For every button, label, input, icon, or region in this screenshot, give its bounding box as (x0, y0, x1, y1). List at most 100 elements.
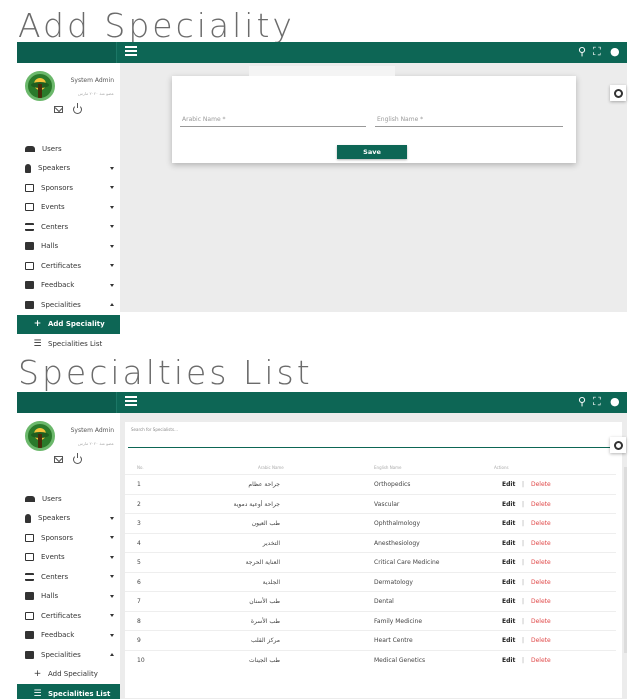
sidebar-item-certificates[interactable]: Certificates (17, 256, 120, 276)
fullscreen-icon[interactable]: ⛶ (593, 395, 601, 409)
delete-link[interactable]: Delete (531, 579, 551, 586)
action-separator: | (522, 539, 525, 547)
gear-icon (613, 440, 623, 450)
menu-toggle-icon[interactable] (125, 46, 137, 58)
sidebar-item-label: Sponsors (41, 183, 74, 192)
bank-icon (25, 222, 34, 231)
sidebar-item-add-speciality[interactable]: + Add Speciality (17, 665, 120, 685)
table-row: 8 طب الأسرة Family Medicine Edit | Delete (125, 610, 616, 631)
row-arabic-name: طب العيون (251, 520, 280, 527)
sidebar-item-users[interactable]: Users (17, 139, 120, 159)
delete-link[interactable]: Delete (531, 540, 551, 547)
edit-link[interactable]: Edit (502, 540, 515, 547)
sidebar-item-halls[interactable]: Halls (17, 587, 120, 607)
door-icon (25, 592, 34, 601)
settings-float-button[interactable] (610, 437, 626, 453)
edit-link[interactable]: Edit (502, 481, 515, 488)
sidebar-item-label: Events (41, 203, 65, 212)
mail-icon[interactable] (54, 106, 63, 113)
mail-icon[interactable] (54, 456, 63, 463)
sidebar-item-speakers[interactable]: Speakers (17, 509, 120, 529)
gear-icon (613, 88, 623, 98)
account-icon[interactable]: ● (610, 395, 620, 409)
profile-panel: System Admin عضو منذ ٢٠٢٠ مارس (17, 413, 120, 489)
menu-toggle-icon[interactable] (125, 396, 137, 408)
plus-icon: + (33, 669, 42, 680)
search-icon[interactable]: ⚲ (578, 45, 586, 59)
delete-link[interactable]: Delete (531, 637, 551, 644)
delete-link[interactable]: Delete (531, 559, 551, 566)
search-input[interactable]: Search for Specialists... (128, 425, 618, 448)
logo-area (17, 42, 117, 63)
sidebar-item-feedback[interactable]: Feedback (17, 626, 120, 646)
sidebar-item-sponsors[interactable]: Sponsors (17, 178, 120, 198)
arabic-name-input[interactable] (180, 126, 366, 127)
sidebar-item-feedback[interactable]: Feedback (17, 276, 120, 296)
delete-link[interactable]: Delete (531, 657, 551, 664)
sidebar-item-centers[interactable]: Centers (17, 217, 120, 237)
chevron-up-icon (110, 303, 114, 306)
sidebar-item-specialities-list[interactable]: ☰ Specialities List (17, 684, 120, 699)
chevron-down-icon (110, 283, 114, 287)
profile-panel: System Admin عضو منذ ٢٠٢٠ مارس (17, 63, 120, 139)
fullscreen-icon[interactable]: ⛶ (593, 45, 601, 59)
action-separator: | (522, 500, 525, 508)
sidebar-item-label: Halls (41, 592, 59, 601)
table-row: 5 العناية الحرجة Critical Care Medicine Edi… (125, 552, 616, 572)
feedback-icon (25, 281, 34, 290)
sidebar-item-label: Specialities (41, 300, 81, 309)
action-separator: | (522, 656, 525, 664)
sidebar-item-users[interactable]: Users (17, 489, 120, 509)
sidebar-item-events[interactable]: Events (17, 548, 120, 568)
specialties-table-card: Search for Specialists... No. Arabic Nam… (125, 422, 627, 698)
sidebar-item-label: Users (42, 144, 62, 153)
sidebar-item-events[interactable]: Events (17, 198, 120, 218)
chevron-down-icon (110, 225, 114, 228)
edit-link[interactable]: Edit (502, 637, 515, 644)
delete-link[interactable]: Delete (531, 520, 551, 527)
sidebar-item-certificates[interactable]: Certificates (17, 606, 120, 626)
edit-link[interactable]: Edit (502, 520, 515, 527)
sidebar-item-specialities[interactable]: Specialities (17, 295, 120, 315)
row-arabic-name: الجلدية (262, 578, 280, 586)
sidebar-item-halls[interactable]: Halls (17, 237, 120, 257)
sidebar-item-specialities[interactable]: Specialities (17, 645, 120, 665)
column-header-arabic: Arabic Name (258, 465, 284, 470)
column-header-english: English Name (374, 465, 402, 470)
row-english-name: Vascular (374, 500, 400, 508)
english-name-input[interactable] (375, 126, 563, 127)
row-arabic-name: العناية الحرجة (245, 559, 280, 566)
edit-link[interactable]: Edit (502, 559, 515, 566)
sidebar-item-add-speciality[interactable]: + Add Speciality (17, 314, 120, 334)
delete-link[interactable]: Delete (531, 501, 551, 508)
save-button[interactable]: Save (337, 145, 407, 159)
sidebar-item-label: Feedback (41, 281, 75, 290)
power-icon[interactable] (73, 453, 82, 464)
delete-link[interactable]: Delete (531, 481, 551, 488)
users-icon (25, 495, 35, 502)
chevron-down-icon (110, 575, 114, 578)
scrollbar[interactable] (624, 467, 627, 653)
edit-link[interactable]: Edit (502, 598, 515, 605)
avatar (25, 421, 55, 451)
briefcase-icon (25, 300, 34, 309)
sidebar-item-centers[interactable]: Centers (17, 567, 120, 587)
edit-link[interactable]: Edit (502, 618, 515, 625)
edit-link[interactable]: Edit (502, 657, 515, 664)
search-icon[interactable]: ⚲ (578, 395, 586, 409)
sidebar-item-label: Certificates (41, 261, 82, 270)
row-arabic-name: جراحة عظام (248, 481, 280, 488)
delete-link[interactable]: Delete (531, 618, 551, 625)
sidebar-item-specialities-list[interactable]: ☰ Specialities List (17, 334, 120, 354)
edit-link[interactable]: Edit (502, 579, 515, 586)
account-icon[interactable]: ● (610, 45, 620, 59)
power-icon[interactable] (73, 103, 82, 114)
sidebar-item-sponsors[interactable]: Sponsors (17, 528, 120, 548)
delete-link[interactable]: Delete (531, 598, 551, 605)
row-number: 9 (137, 637, 141, 644)
edit-link[interactable]: Edit (502, 501, 515, 508)
settings-float-button[interactable] (610, 85, 626, 101)
sidebar-item-speakers[interactable]: Speakers (17, 159, 120, 179)
row-number: 3 (137, 520, 141, 527)
sidebar-item-label: Events (41, 553, 65, 562)
